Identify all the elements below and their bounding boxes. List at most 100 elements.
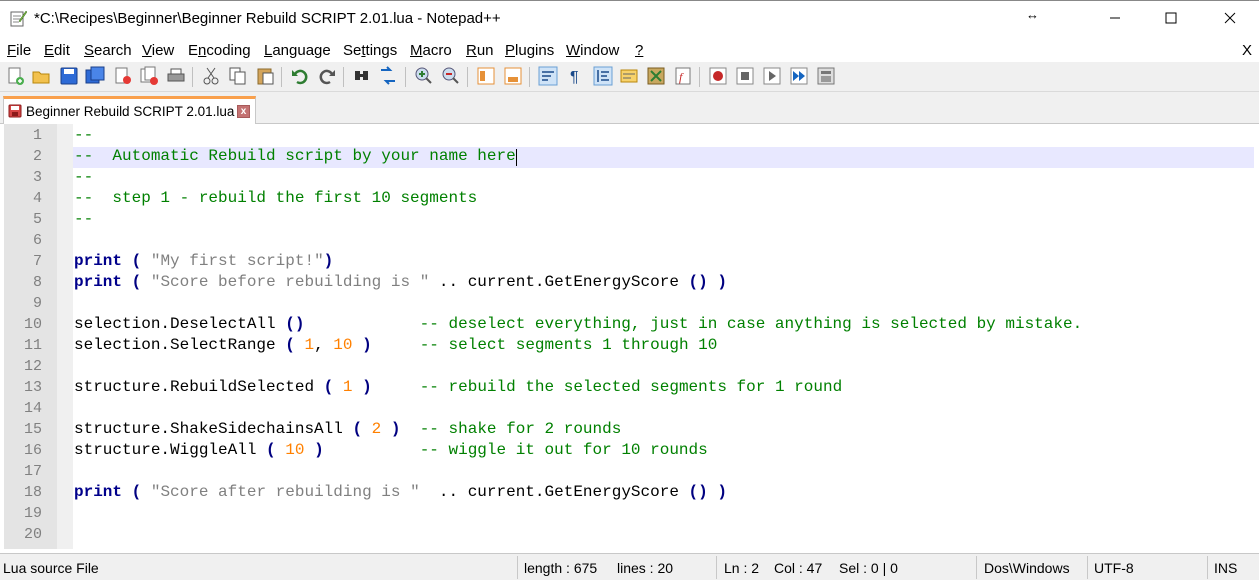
play-macro-button[interactable] (762, 66, 782, 86)
svg-text:¶: ¶ (570, 69, 579, 86)
menu-encoding[interactable]: Encoding (188, 42, 251, 59)
open-file-button[interactable] (31, 66, 51, 86)
line-number: 4 (32, 190, 42, 207)
toolbar-separator (405, 67, 406, 87)
status-eol[interactable]: Dos\Windows (984, 560, 1070, 576)
code-line[interactable]: print ( "Score after rebuilding is " .. … (74, 483, 727, 504)
code-line[interactable]: structure.ShakeSidechainsAll ( 2 ) -- sh… (74, 420, 621, 441)
status-insert-mode[interactable]: INS (1214, 560, 1237, 576)
menu-window[interactable]: Window (566, 42, 619, 59)
status-bar: Lua source File length : 675 lines : 20 … (0, 553, 1259, 580)
tab-close-button[interactable]: x (237, 105, 250, 118)
replace-button[interactable] (378, 66, 398, 86)
maximize-button[interactable] (1148, 5, 1194, 35)
code-line[interactable]: print ( "Score before rebuilding is " ..… (74, 273, 727, 294)
record-macro-button[interactable] (708, 66, 728, 86)
function-list-button[interactable]: f (673, 66, 693, 86)
show-all-chars-button[interactable]: ¶ (565, 66, 585, 86)
save-macro-button[interactable] (816, 66, 836, 86)
print-icon (167, 68, 185, 82)
menu-language[interactable]: Language (264, 42, 331, 59)
code-line[interactable]: selection.SelectRange ( 1, 10 ) -- selec… (74, 336, 717, 357)
save-button[interactable] (59, 66, 79, 86)
code-line[interactable]: -- step 1 - rebuild the first 10 segment… (74, 189, 477, 210)
line-number: 8 (32, 274, 42, 291)
sync-vertical-button[interactable] (476, 66, 496, 86)
line-number: 10 (23, 316, 42, 333)
minimize-icon (1110, 17, 1120, 19)
notepadpp-app-icon (10, 10, 27, 27)
toolbar-separator (192, 67, 193, 87)
copy-button[interactable] (228, 66, 248, 86)
status-encoding[interactable]: UTF-8 (1094, 560, 1134, 576)
word-wrap-button[interactable] (538, 66, 558, 86)
menu-file[interactable]: File (7, 42, 31, 59)
close-document-button[interactable]: X (1242, 42, 1252, 59)
paste-button[interactable] (255, 66, 275, 86)
line-number: 20 (23, 526, 42, 543)
indent-guide-button[interactable] (593, 66, 613, 86)
code-editor[interactable]: 1 -- 2 -- Automatic Rebuild script by your … (0, 124, 1259, 549)
save-all-icon (85, 66, 105, 84)
zoom-in-button[interactable] (414, 66, 434, 86)
line-number: 19 (23, 505, 42, 522)
menu-run[interactable]: Run (466, 42, 494, 59)
undo-button[interactable] (290, 66, 310, 86)
redo-icon (319, 69, 335, 85)
find-button[interactable] (352, 66, 372, 86)
menu-settings[interactable]: Settings (343, 42, 397, 59)
line-number: 1 (32, 127, 42, 144)
menu-view[interactable]: View (142, 42, 174, 59)
maximize-icon (1165, 12, 1177, 24)
code-line[interactable]: structure.WiggleAll ( 10 ) -- wiggle it … (74, 441, 708, 462)
fold-margin[interactable] (57, 124, 73, 549)
menu-search[interactable]: Search (84, 42, 132, 59)
cut-button[interactable] (201, 66, 221, 86)
code-line[interactable]: selection.DeselectAll () -- deselect eve… (74, 315, 1082, 336)
unsaved-file-icon (8, 104, 22, 118)
code-line[interactable]: -- (74, 126, 93, 147)
save-all-button[interactable] (85, 66, 105, 86)
open-file-icon (32, 71, 50, 84)
close-window-button[interactable] (1207, 5, 1253, 35)
status-length: length : 675 (524, 560, 598, 576)
status-line: Ln : 2 (724, 560, 760, 576)
save-icon (60, 67, 78, 85)
code-line[interactable]: structure.RebuildSelected ( 1 ) -- rebui… (74, 378, 842, 399)
code-line[interactable]: print ( "My first script!") (74, 252, 333, 273)
menu-plugins[interactable]: Plugins (505, 42, 554, 59)
line-number: 12 (23, 358, 42, 375)
close-file-button[interactable] (113, 66, 133, 86)
line-number: 2 (32, 148, 42, 165)
function-list-icon: f (675, 67, 691, 85)
toolbar-separator (343, 67, 344, 87)
new-file-button[interactable] (5, 66, 25, 86)
zoom-out-button[interactable] (441, 66, 461, 86)
code-line[interactable]: -- Automatic Rebuild script by your name… (74, 147, 516, 168)
code-line[interactable]: -- (74, 168, 93, 189)
minimize-button[interactable] (1092, 5, 1138, 35)
redo-button[interactable] (317, 66, 337, 86)
toolbar-separator (467, 67, 468, 87)
document-tab[interactable]: Beginner Rebuild SCRIPT 2.01.lua x (3, 96, 256, 124)
line-number: 6 (32, 232, 42, 249)
zoom-out-icon (442, 67, 459, 84)
word-wrap-icon (538, 66, 558, 86)
menu-edit[interactable]: Edit (44, 42, 70, 59)
language-button[interactable] (619, 66, 639, 86)
window-title: *C:\Recipes\Beginner\Beginner Rebuild SC… (34, 10, 501, 27)
close-all-button[interactable] (139, 66, 159, 86)
code-line[interactable]: -- (74, 210, 93, 231)
sync-horizontal-button[interactable] (503, 66, 523, 86)
language-icon (620, 69, 638, 83)
doc-map-button[interactable] (646, 66, 666, 86)
show-all-chars-icon: ¶ (570, 69, 579, 86)
resize-arrows-icon[interactable]: ↔ (1026, 7, 1039, 22)
run-macro-multiple-button[interactable] (789, 66, 809, 86)
menu-macro[interactable]: Macro (410, 42, 452, 59)
line-number: 18 (23, 484, 42, 501)
menu-bar: X File Edit Search View Encoding Language Sett… (0, 38, 1259, 62)
print-button[interactable] (166, 66, 186, 86)
menu-help[interactable]: ? (635, 42, 643, 59)
stop-macro-button[interactable] (735, 66, 755, 86)
